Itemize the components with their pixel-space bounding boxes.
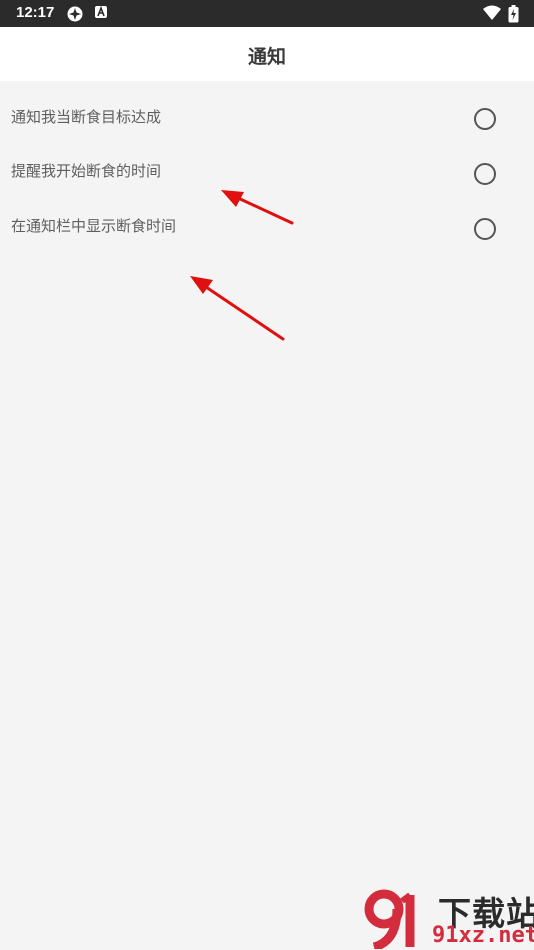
annotation-arrow-2 — [190, 276, 285, 341]
goal-reached-radio[interactable] — [474, 108, 496, 130]
wifi-icon — [483, 5, 501, 20]
watermark-logo-icon — [364, 889, 415, 949]
a-notification-icon — [95, 5, 107, 18]
battery-charging-icon — [508, 5, 519, 23]
setting-row-goal-reached[interactable]: 通知我当断食目标达成 — [0, 81, 534, 136]
setting-label: 通知我当断食目标达成 — [11, 108, 162, 126]
page-title: 通知 — [247, 46, 286, 68]
gear-notification-icon — [67, 6, 83, 22]
watermark: 下载站 91xz.net — [360, 885, 534, 950]
setting-row-start-reminder[interactable]: 提醒我开始断食的时间 — [0, 136, 534, 191]
setting-row-show-in-notification-bar[interactable]: 在通知栏中显示断食时间 — [0, 191, 534, 246]
watermark-url: 91xz.net — [432, 923, 534, 948]
setting-label: 提醒我开始断食的时间 — [11, 162, 162, 180]
start-reminder-radio[interactable] — [474, 163, 496, 185]
status-bar: 12:17 — [0, 0, 534, 27]
show-time-radio[interactable] — [474, 218, 496, 240]
setting-label: 在通知栏中显示断食时间 — [11, 217, 177, 235]
status-time: 12:17 — [16, 4, 55, 21]
app-header: 通知 — [0, 27, 534, 81]
